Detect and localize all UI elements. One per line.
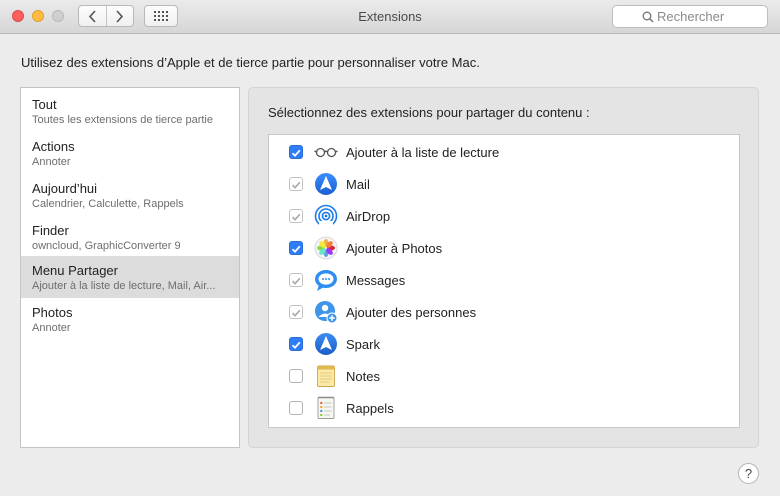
sidebar-item-menu-partager[interactable]: Menu Partager Ajouter à la liste de lect… bbox=[21, 256, 239, 298]
list-item-reminders[interactable]: Rappels bbox=[269, 392, 739, 424]
checkmark-icon bbox=[291, 341, 301, 350]
checkmark-icon bbox=[291, 181, 301, 189]
checkbox-mail[interactable] bbox=[289, 177, 303, 191]
description-text: Utilisez des extensions d’Apple et de ti… bbox=[21, 55, 480, 70]
sidebar-item-actions[interactable]: Actions Annoter bbox=[21, 132, 239, 174]
help-button[interactable]: ? bbox=[738, 463, 759, 484]
checkbox-reading-list[interactable] bbox=[289, 145, 303, 159]
search-icon bbox=[642, 11, 654, 23]
messages-icon bbox=[315, 270, 337, 291]
checkbox-notes[interactable] bbox=[289, 369, 303, 383]
sidebar-item-subtitle: Calendrier, Calculette, Rappels bbox=[32, 198, 184, 210]
sidebar-item-title: Aujourd’hui bbox=[32, 181, 98, 196]
sidebar-item-subtitle: Toutes les extensions de tierce partie bbox=[32, 114, 213, 126]
extensions-window: Extensions Utilisez des extensions d’App… bbox=[0, 0, 780, 496]
sidebar-item-title: Finder bbox=[32, 223, 69, 238]
extensions-list: Ajouter à la liste de lecture Mail AirDr… bbox=[268, 134, 740, 428]
chevron-left-icon bbox=[88, 9, 96, 23]
sidebar-item-finder[interactable]: Finder owncloud, GraphicConverter 9 bbox=[21, 216, 239, 258]
share-menu-panel: Sélectionnez des extensions pour partage… bbox=[248, 87, 759, 448]
close-window-button[interactable] bbox=[12, 10, 24, 22]
chevron-right-icon bbox=[116, 9, 124, 23]
list-item-airdrop[interactable]: AirDrop bbox=[269, 200, 739, 232]
list-item-label: Ajouter des personnes bbox=[346, 305, 477, 320]
notes-icon bbox=[317, 365, 335, 387]
reading-glasses-icon bbox=[314, 147, 338, 158]
search-input[interactable] bbox=[657, 9, 763, 24]
panel-heading: Sélectionnez des extensions pour partage… bbox=[268, 105, 590, 120]
checkbox-airdrop[interactable] bbox=[289, 209, 303, 223]
sidebar-item-title: Photos bbox=[32, 305, 73, 320]
list-item-spark[interactable]: Spark bbox=[269, 328, 739, 360]
checkbox-reminders[interactable] bbox=[289, 401, 303, 415]
checkbox-add-people[interactable] bbox=[289, 305, 303, 319]
reminders-icon bbox=[317, 396, 335, 419]
checkbox-spark[interactable] bbox=[289, 337, 303, 351]
sidebar-item-subtitle: Ajouter à la liste de lecture, Mail, Air… bbox=[32, 280, 216, 292]
list-item-notes[interactable]: Notes bbox=[269, 360, 739, 392]
list-item-label: Messages bbox=[346, 273, 406, 288]
back-button[interactable] bbox=[79, 6, 106, 26]
checkmark-icon bbox=[291, 277, 301, 285]
sidebar-item-tout[interactable]: Tout Toutes les extensions de tierce par… bbox=[21, 90, 239, 132]
sidebar-item-subtitle: Annoter bbox=[32, 322, 71, 334]
list-item-photos[interactable]: Ajouter à Photos bbox=[269, 232, 739, 264]
mail-icon bbox=[315, 173, 337, 195]
search-field[interactable] bbox=[612, 5, 768, 28]
checkbox-photos[interactable] bbox=[289, 241, 303, 255]
sidebar-item-photos[interactable]: Photos Annoter bbox=[21, 298, 239, 340]
list-item-label: Rappels bbox=[346, 401, 394, 416]
sidebar-item-subtitle: Annoter bbox=[32, 156, 71, 168]
checkmark-icon bbox=[291, 309, 301, 317]
category-sidebar: Tout Toutes les extensions de tierce par… bbox=[20, 87, 240, 448]
list-item-add-people[interactable]: Ajouter des personnes bbox=[269, 296, 739, 328]
grid-icon bbox=[154, 11, 168, 21]
airdrop-icon bbox=[314, 204, 338, 228]
list-item-mail[interactable]: Mail bbox=[269, 168, 739, 200]
forward-button[interactable] bbox=[105, 6, 134, 26]
add-people-icon bbox=[315, 301, 338, 324]
zoom-window-button[interactable] bbox=[52, 10, 64, 22]
minimize-window-button[interactable] bbox=[32, 10, 44, 22]
list-item-label: AirDrop bbox=[346, 209, 391, 224]
checkmark-icon bbox=[291, 245, 301, 254]
sidebar-item-title: Menu Partager bbox=[32, 263, 118, 278]
list-item-label: Spark bbox=[346, 337, 380, 352]
list-item-label: Ajouter à la liste de lecture bbox=[346, 145, 500, 160]
photos-icon bbox=[314, 236, 338, 260]
sidebar-item-aujourdhui[interactable]: Aujourd’hui Calendrier, Calculette, Rapp… bbox=[21, 174, 239, 216]
checkbox-messages[interactable] bbox=[289, 273, 303, 287]
list-item-messages[interactable]: Messages bbox=[269, 264, 739, 296]
spark-icon bbox=[315, 333, 337, 355]
list-item-reading-list[interactable]: Ajouter à la liste de lecture bbox=[269, 136, 739, 168]
show-all-button[interactable] bbox=[144, 5, 178, 27]
sidebar-item-subtitle: owncloud, GraphicConverter 9 bbox=[32, 240, 181, 252]
navigation-buttons bbox=[78, 5, 134, 27]
list-item-label: Mail bbox=[346, 177, 370, 192]
sidebar-item-title: Actions bbox=[32, 139, 75, 154]
checkmark-icon bbox=[291, 213, 301, 221]
list-item-label: Notes bbox=[346, 369, 380, 384]
list-item-label: Ajouter à Photos bbox=[346, 241, 443, 256]
title-bar: Extensions bbox=[0, 0, 780, 34]
sidebar-item-title: Tout bbox=[32, 97, 57, 112]
checkmark-icon bbox=[291, 149, 301, 158]
